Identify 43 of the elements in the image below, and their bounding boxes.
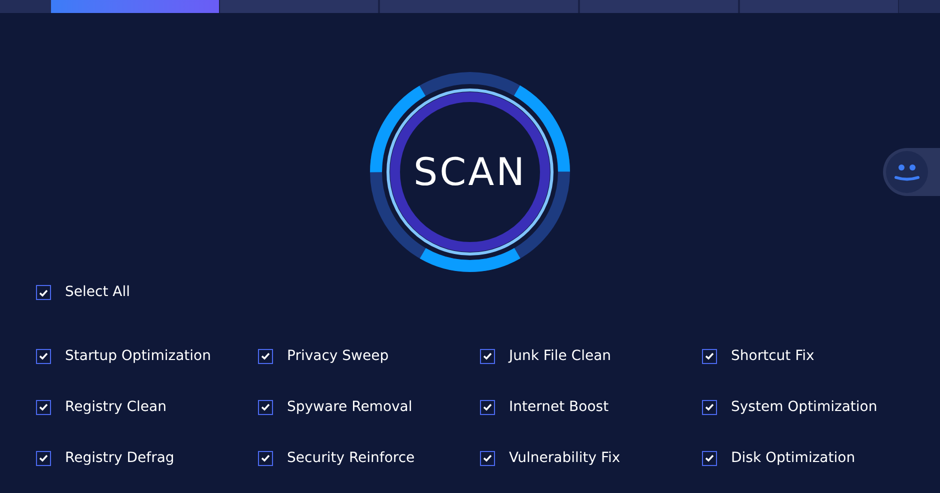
option-label: Vulnerability Fix — [509, 448, 620, 468]
checkbox[interactable] — [702, 450, 717, 466]
checkbox[interactable] — [480, 450, 495, 466]
checkbox[interactable] — [702, 348, 717, 364]
checkbox[interactable] — [480, 400, 495, 414]
option-label: Junk File Clean — [509, 346, 612, 366]
checkmark-icon — [39, 288, 48, 296]
checkbox[interactable] — [36, 450, 51, 466]
checkmark-icon — [705, 454, 714, 462]
checkmark-icon — [39, 454, 48, 462]
progress-ring-icon — [370, 72, 570, 272]
checkbox[interactable] — [258, 348, 273, 364]
scan-button[interactable]: SCAN — [370, 72, 570, 272]
checkmark-icon — [261, 454, 270, 462]
checkbox[interactable] — [480, 348, 495, 364]
checkmark-icon — [705, 352, 714, 360]
checkmark-icon — [261, 352, 270, 360]
option-label: Spyware Removal — [287, 398, 412, 416]
checkbox[interactable] — [36, 348, 51, 364]
option-label: Security Reinforce — [287, 448, 415, 468]
option-label: Disk Optimization — [731, 448, 856, 468]
option-label: Shortcut Fix — [731, 346, 814, 366]
option-label: Registry Clean — [65, 398, 166, 416]
checkbox[interactable] — [258, 400, 273, 414]
feedback-tab[interactable] — [883, 148, 940, 196]
option-label: Registry Defrag — [65, 448, 174, 468]
option-label: System Optimization — [731, 398, 878, 416]
checkmark-icon — [39, 403, 48, 411]
checkbox[interactable] — [36, 400, 51, 414]
option-label: Privacy Sweep — [287, 346, 389, 366]
checkmark-icon — [483, 403, 492, 411]
checkbox[interactable] — [258, 450, 273, 466]
checkbox[interactable] — [702, 400, 717, 414]
checkmark-icon — [705, 403, 714, 411]
checkmark-icon — [483, 454, 492, 462]
checkmark-icon — [483, 352, 492, 360]
checkmark-icon — [261, 403, 270, 411]
checkbox[interactable] — [36, 285, 51, 300]
option-label: Internet Boost — [509, 398, 609, 416]
select-all-label: Select All — [65, 283, 130, 302]
checkmark-icon — [39, 352, 48, 360]
option-label: Startup Optimization — [65, 346, 211, 366]
smiley-face-icon — [886, 151, 928, 193]
